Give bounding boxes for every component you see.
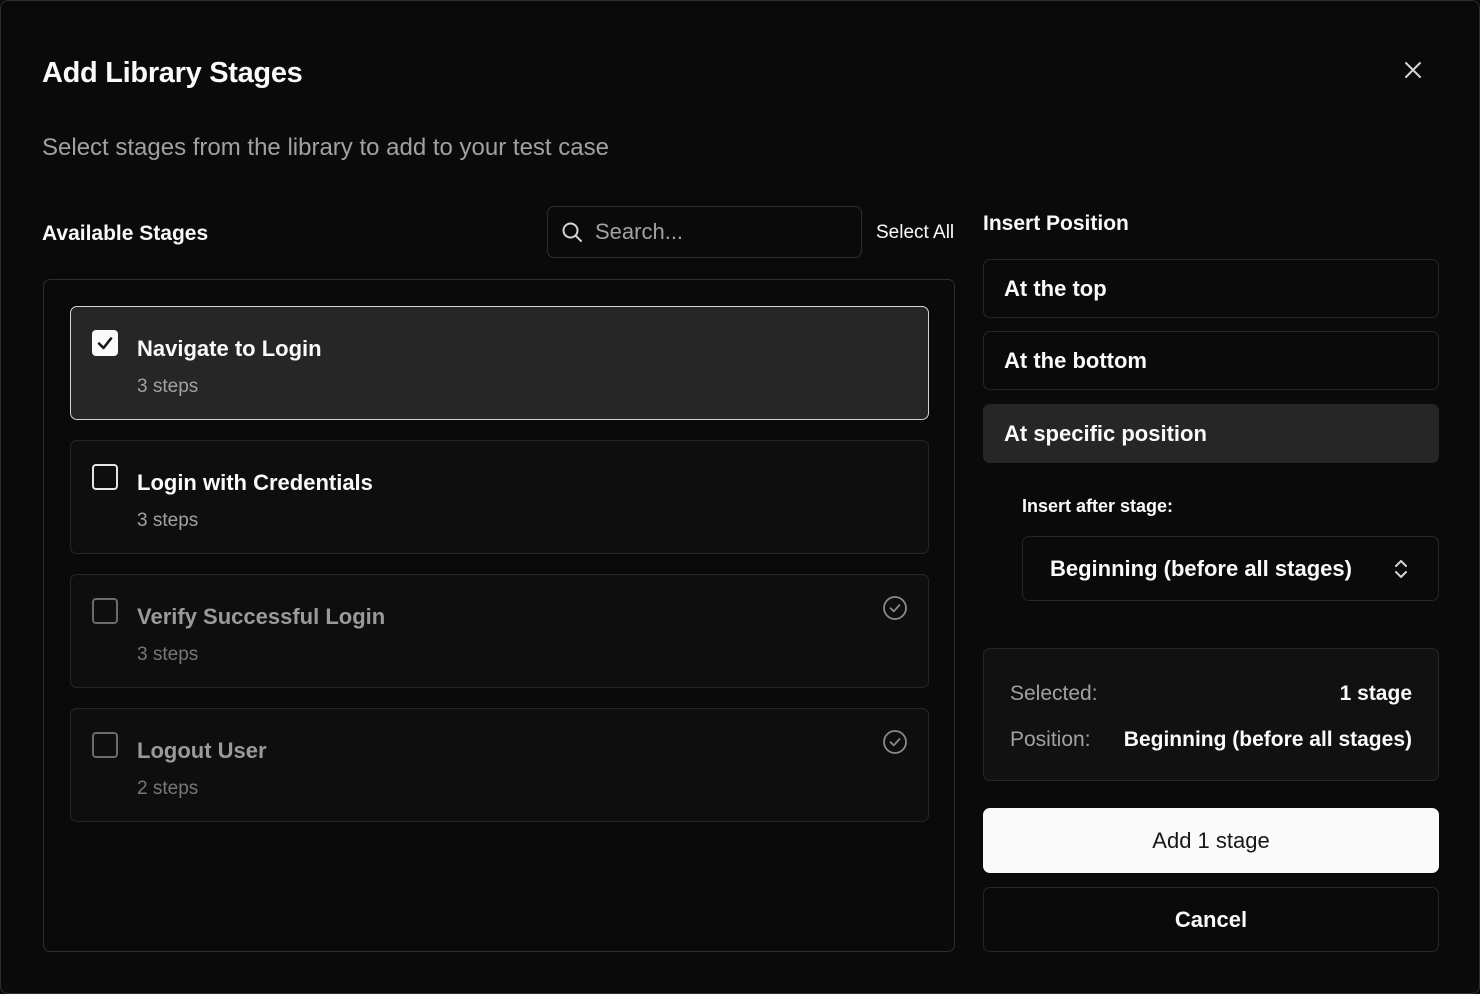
close-button[interactable] [1397,54,1429,86]
close-icon [1405,62,1421,78]
stage-checkbox[interactable] [92,330,118,356]
stage-checkbox[interactable] [92,732,118,758]
check-circle-icon [883,596,907,620]
search-icon [562,222,582,242]
dialog-subtitle: Select stages from the library to add to… [42,134,609,161]
stage-name: Logout User [137,738,267,763]
stages-list: Navigate to Login 3 steps Login with Cre… [43,279,955,952]
insert-after-select[interactable]: Beginning (before all stages) [1022,536,1439,601]
add-stages-button[interactable]: Add 1 stage [983,808,1439,873]
cancel-button[interactable]: Cancel [983,887,1439,952]
summary-selected-value: 1 stage [1339,682,1412,705]
check-circle-icon [883,730,907,754]
stage-steps: 3 steps [137,376,199,397]
insert-after-value: Beginning (before all stages) [1050,556,1352,581]
selection-summary: Selected: 1 stage Position: Beginning (b… [983,648,1439,781]
check-icon [97,337,113,350]
add-library-stages-dialog: Add Library Stages Select stages from th… [0,0,1480,994]
stage-checkbox[interactable] [92,598,118,624]
summary-position-value: Beginning (before all stages) [1123,728,1412,751]
search-input[interactable] [593,218,837,246]
stage-item-login-with-credentials[interactable]: Login with Credentials 3 steps [70,440,929,554]
stage-steps: 3 steps [137,644,199,665]
stage-item-logout-user[interactable]: Logout User 2 steps [70,708,929,822]
stage-item-verify-successful-login[interactable]: Verify Successful Login 3 steps [70,574,929,688]
position-option-bottom[interactable]: At the bottom [983,331,1439,390]
insert-after-label: Insert after stage: [1022,496,1174,516]
chevrons-up-down-icon [1395,560,1407,578]
select-all-button[interactable]: Select All [876,219,954,247]
stage-steps: 2 steps [137,778,199,799]
summary-selected-label: Selected: [1010,682,1098,705]
available-stages-label: Available Stages [42,222,209,245]
summary-position-label: Position: [1010,728,1091,751]
insert-position-label: Insert Position [983,212,1129,235]
stage-steps: 3 steps [137,510,199,531]
stage-checkbox[interactable] [92,464,118,490]
stage-name: Navigate to Login [137,336,322,361]
stage-item-navigate-to-login[interactable]: Navigate to Login 3 steps [70,306,929,420]
position-option-specific[interactable]: At specific position [983,404,1439,463]
dialog-title: Add Library Stages [42,57,303,89]
search-box[interactable] [547,206,862,258]
position-option-top[interactable]: At the top [983,259,1439,318]
stage-name: Verify Successful Login [137,604,386,629]
stage-name: Login with Credentials [137,470,373,495]
